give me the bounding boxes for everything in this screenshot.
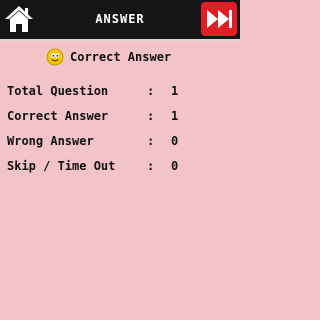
stat-label: Total Question [7, 83, 109, 98]
stat-total-question: Total Question : 1 [7, 78, 191, 103]
result-header: Correct Answer [46, 47, 171, 67]
result-title: Correct Answer [70, 50, 172, 64]
header-divider [0, 39, 240, 41]
stat-value: 1 [171, 108, 179, 123]
stats-list: Total Question : 1 Correct Answer : 1 Wr… [7, 78, 191, 178]
page-title: ANSWER [95, 12, 145, 26]
stat-wrong-answer: Wrong Answer : 0 [7, 128, 191, 153]
stat-value: 0 [171, 133, 179, 148]
stat-label: Correct Answer [7, 108, 109, 123]
stat-separator: : [147, 83, 155, 98]
next-button[interactable] [201, 2, 237, 36]
stat-separator: : [147, 133, 155, 148]
stat-label: Skip / Time Out [7, 158, 116, 173]
fast-forward-icon [207, 10, 232, 28]
stat-skip-time-out: Skip / Time Out : 0 [7, 153, 191, 178]
stat-label: Wrong Answer [7, 133, 94, 148]
stat-separator: : [147, 108, 155, 123]
top-bar: ANSWER [0, 0, 240, 39]
stat-correct-answer: Correct Answer : 1 [7, 103, 191, 128]
home-icon [5, 6, 33, 32]
stat-value: 1 [171, 83, 179, 98]
stat-separator: : [147, 158, 155, 173]
home-button[interactable] [2, 2, 36, 36]
smiley-icon [46, 48, 64, 66]
stat-value: 0 [171, 158, 179, 173]
